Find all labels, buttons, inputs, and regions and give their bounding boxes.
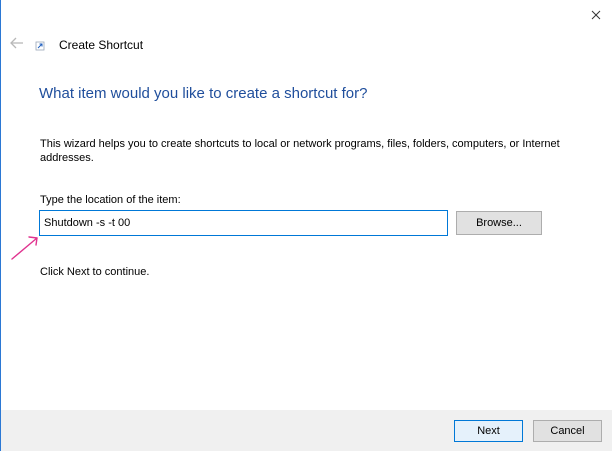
browse-button[interactable]: Browse... [456,211,542,235]
page-heading: What item would you like to create a sho… [39,85,368,102]
wizard-description: This wizard helps you to create shortcut… [40,138,560,164]
continue-instruction: Click Next to continue. [40,266,150,278]
next-button[interactable]: Next [454,420,523,442]
annotation-arrow-icon [11,236,38,260]
create-shortcut-window: Create Shortcut What item would you like… [0,0,612,451]
location-label: Type the location of the item: [40,194,181,206]
location-input[interactable] [39,210,448,236]
back-arrow-icon[interactable] [9,36,25,50]
cancel-button[interactable]: Cancel [533,420,602,442]
window-title: Create Shortcut [59,38,144,52]
shortcut-icon [35,41,45,51]
close-icon[interactable] [587,6,605,24]
